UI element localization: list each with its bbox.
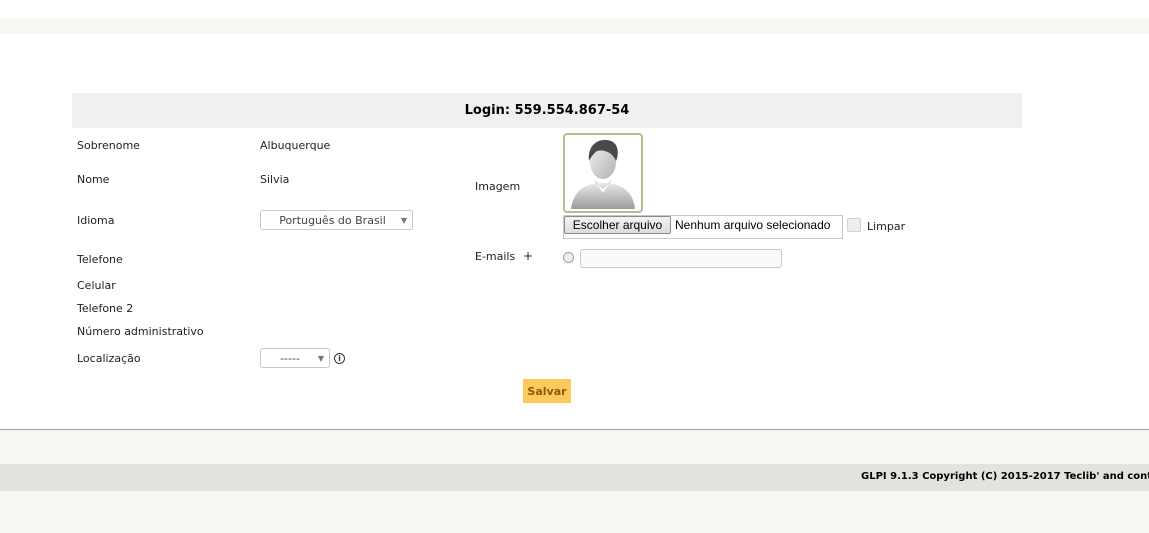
clear-image-checkbox[interactable] (847, 218, 861, 232)
info-icon[interactable]: i (334, 353, 345, 364)
form-title: Login: 559.554.867-54 (72, 93, 1022, 128)
file-status-text: Nenhum arquivo selecionado (675, 218, 831, 232)
save-button[interactable]: Salvar (523, 379, 571, 403)
localizacao-selected-value: ----- (280, 351, 300, 365)
choose-file-button[interactable]: Escolher arquivo (564, 216, 671, 234)
idioma-selected-value: Português do Brasil (279, 213, 386, 227)
localizacao-label: Localização (77, 352, 141, 365)
copyright-text: GLPI 9.1.3 Copyright (C) 2015-2017 Tecli… (861, 471, 1149, 482)
idioma-label: Idioma (77, 214, 115, 227)
chevron-down-icon: ▼ (317, 354, 324, 363)
clear-image-label: Limpar (867, 220, 906, 233)
top-band (0, 19, 1149, 34)
user-avatar-icon (563, 133, 643, 213)
celular-label: Celular (77, 279, 116, 292)
email-field[interactable] (580, 249, 782, 268)
default-email-radio[interactable] (563, 252, 574, 263)
login-title: Login: 559.554.867-54 (464, 103, 630, 118)
emails-label: E-mails (475, 250, 516, 263)
add-email-button[interactable]: + (523, 249, 533, 263)
sobrenome-value: Albuquerque (260, 139, 331, 152)
numero-administrativo-label: Número administrativo (77, 325, 204, 338)
telefone-label: Telefone (77, 253, 123, 266)
idioma-select[interactable]: Português do Brasil ▼ (260, 210, 413, 230)
choose-file-label: Escolher arquivo (572, 218, 663, 232)
imagem-label: Imagem (475, 180, 521, 193)
telefone2-label: Telefone 2 (77, 302, 134, 315)
avatar-silhouette (571, 139, 635, 209)
localizacao-select[interactable]: ----- ▼ (260, 348, 330, 368)
nome-label: Nome (77, 173, 110, 186)
save-label: Salvar (527, 384, 567, 398)
chevron-down-icon: ▼ (400, 216, 407, 225)
nome-value: Silvia (260, 173, 290, 186)
sobrenome-label: Sobrenome (77, 139, 140, 152)
